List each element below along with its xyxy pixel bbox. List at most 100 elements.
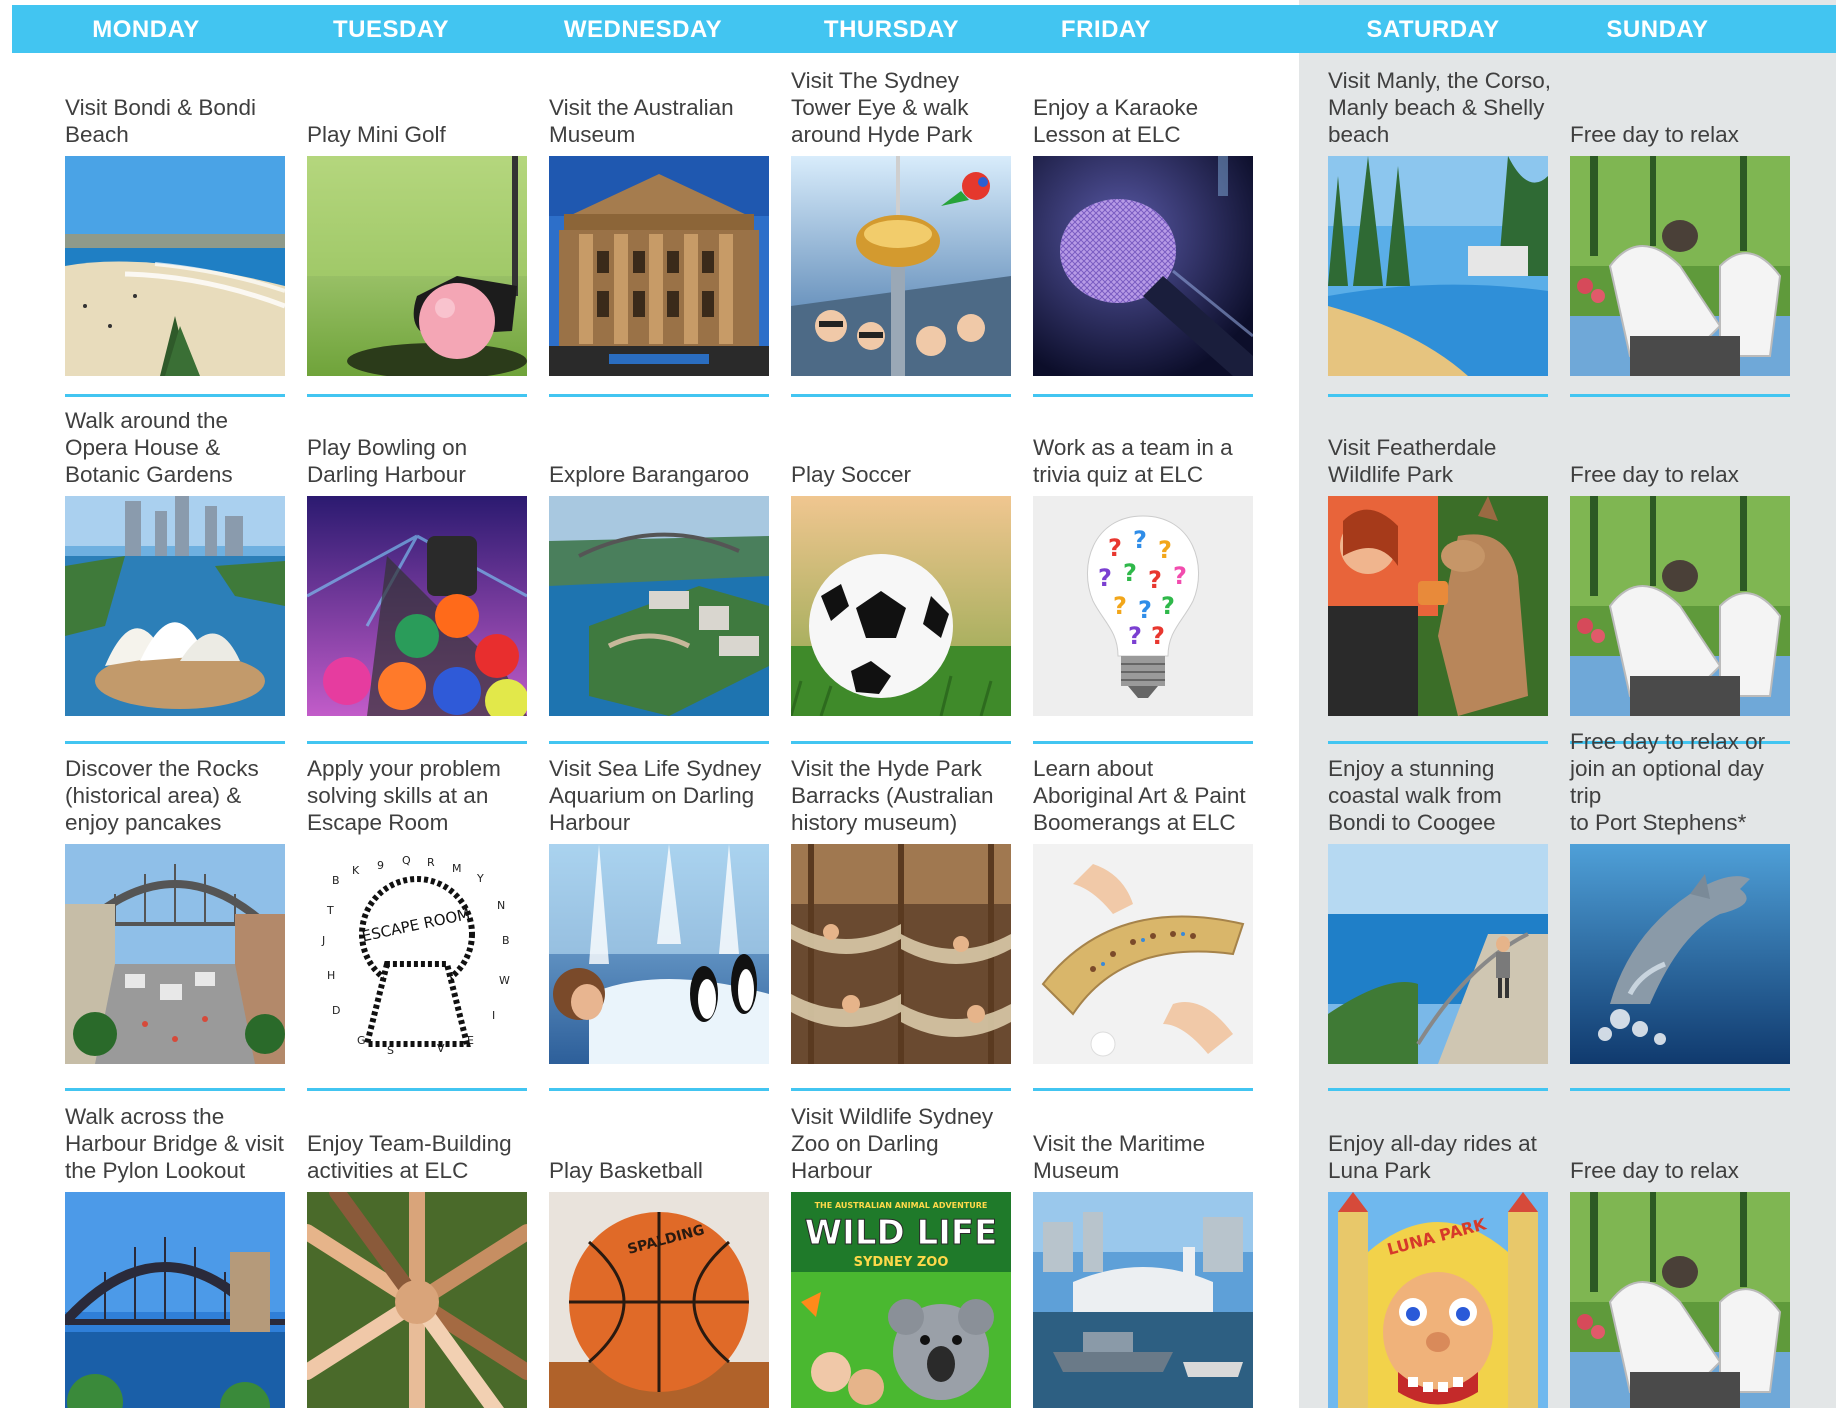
australian-museum-photo [549,156,769,376]
svg-text:?: ? [1098,564,1112,592]
activity-label: Walk across the Harbour Bridge & visit t… [65,1104,284,1183]
row-divider [1033,1088,1253,1091]
svg-text:R: R [427,856,435,869]
coastal-walk-photo [1328,844,1548,1064]
svg-text:?: ? [1108,534,1122,562]
svg-text:W: W [499,974,510,987]
the-rocks-photo [65,844,285,1064]
opera-house-photo [65,496,285,716]
activity-label: Play Basketball [549,1158,703,1183]
row-divider [549,741,769,744]
relaxing-feet-dog-photo [1570,496,1790,716]
relaxing-feet-dog-photo [1570,156,1790,376]
svg-text:?: ? [1161,592,1175,620]
relaxing-feet-dog-photo [1570,1192,1790,1408]
row-divider [65,741,285,744]
row-divider [1033,394,1253,397]
activity-label: Visit Bondi & Bondi Beach [65,95,256,147]
day-header-friday: FRIDAY [1060,16,1152,43]
activity-label: Enjoy a stunning coastal walk from Bondi… [1328,756,1502,835]
activity-label: Visit the Hyde Park Barracks (Australian… [791,756,994,835]
row-divider [1328,1088,1548,1091]
day-header-sunday: SUNDAY [1606,16,1709,43]
bondi-beach-photo [65,156,285,376]
penguin-aquarium-photo [549,844,769,1064]
harbour-bridge-photo [65,1192,285,1408]
svg-text:?: ? [1151,622,1165,650]
svg-text:G: G [357,1034,366,1047]
activity-label: Play Soccer [791,462,912,487]
activity-label: Visit the Australian Museum [549,95,734,147]
svg-text:M: M [452,862,462,875]
zoo-poster-subtitle: SYDNEY ZOO [854,1255,949,1270]
activity-label: Free day to relax [1570,1158,1739,1183]
activity-label: Enjoy Team-Building activities at ELC [307,1131,512,1183]
row-divider [791,394,1011,397]
activity-label: Free day to relax [1570,122,1739,147]
activity-label: Enjoy a Karaoke Lesson at ELC [1033,95,1199,147]
svg-text:H: H [327,969,335,982]
activity-label: Visit the Maritime Museum [1033,1131,1206,1183]
svg-text:I: I [492,1009,495,1022]
barangaroo-aerial-photo [549,496,769,716]
svg-text:B: B [502,934,510,947]
svg-text:9: 9 [377,859,384,872]
activity-label: Visit The Sydney Tower Eye & walk around… [791,68,973,147]
zoo-poster-topline: THE AUSTRALIAN ANIMAL ADVENTURE [815,1201,988,1210]
joined-hands-photo [307,1192,527,1408]
row-divider [65,394,285,397]
svg-text:T: T [326,904,334,917]
svg-text:Q: Q [402,854,411,867]
activity-label: Enjoy all-day rides at Luna Park [1328,1131,1537,1183]
microphone-photo [1033,156,1253,376]
svg-text:?: ? [1158,536,1172,564]
day-header-tuesday: TUESDAY [333,16,449,43]
svg-text:J: J [321,934,325,947]
row-divider [1570,394,1790,397]
row-divider [1328,394,1548,397]
bowling-balls-photo [307,496,527,716]
row-divider [549,394,769,397]
wildlife-zoo-poster-photo: THE AUSTRALIAN ANIMAL ADVENTURE WILD LIF… [791,1192,1011,1408]
svg-text:D: D [332,1004,340,1017]
activity-label: Play Bowling on Darling Harbour [307,435,468,487]
kangaroo-feeding-photo [1328,496,1548,716]
svg-text:N: N [497,899,505,912]
activity-label: Free day to relax or join an optional da… [1570,729,1766,835]
jumping-dolphin-photo [1570,844,1790,1064]
activity-label: Visit Sea Life Sydney Aquarium on Darlin… [549,756,762,835]
row-divider [65,1088,285,1091]
svg-text:B: B [332,874,340,887]
svg-text:K: K [352,864,360,877]
escape-room-keyhole-photo: BK9QRMY TNJB HWDI GSVE ESCAPE ROOM [307,844,527,1064]
svg-text:?: ? [1173,562,1187,590]
activity-label: Discover the Rocks (historical area) & e… [65,756,259,835]
hammocks-barracks-photo [791,844,1011,1064]
soccer-ball-photo [791,496,1011,716]
activity-label: Apply your problem solving skills at an … [307,756,501,835]
activity-label: Explore Barangaroo [549,462,750,487]
row-divider [1328,741,1548,744]
activity-label: Work as a team in a trivia quiz at ELC [1033,435,1233,487]
day-header-wednesday: WEDNESDAY [563,16,723,43]
activity-label: Learn about Aboriginal Art & Paint Boome… [1033,756,1246,835]
day-header-monday: MONDAY [92,16,200,43]
row-divider [307,741,527,744]
activity-label: Free day to relax [1570,462,1739,487]
luna-park-photo: LUNA PARK [1328,1192,1548,1408]
day-header-thursday: THURSDAY [823,16,960,43]
svg-text:Y: Y [476,872,484,885]
maritime-museum-photo [1033,1192,1253,1408]
svg-text:?: ? [1133,526,1147,554]
svg-text:?: ? [1128,622,1142,650]
svg-text:?: ? [1138,596,1152,624]
activity-label: Walk around the Opera House & Botanic Ga… [65,408,233,487]
question-mark-lightbulb-photo: ??? ???? ??? ?? [1033,496,1253,716]
activity-label: Visit Featherdale Wildlife Park [1328,435,1497,487]
activity-label: Visit Manly, the Corso, Manly beach & Sh… [1328,68,1552,147]
manly-beach-photo [1328,156,1548,376]
row-divider [791,741,1011,744]
sydney-tower-eye-photo [791,156,1011,376]
svg-text:?: ? [1148,566,1162,594]
zoo-poster-title: WILD LIFE [805,1213,998,1253]
